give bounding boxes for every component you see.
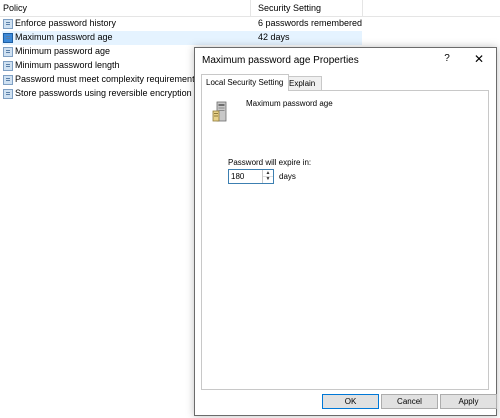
tab-explain[interactable]: Explain bbox=[284, 76, 322, 91]
policy-icon bbox=[3, 61, 13, 71]
help-button[interactable]: ? bbox=[439, 51, 455, 67]
close-button[interactable]: ✕ bbox=[471, 51, 487, 67]
tab-local-security-setting[interactable]: Local Security Setting bbox=[201, 74, 289, 91]
ok-button[interactable]: OK bbox=[322, 394, 379, 409]
expire-label: Password will expire in: bbox=[228, 158, 312, 167]
column-header-policy[interactable]: Policy bbox=[3, 3, 27, 13]
policy-setting: 6 passwords remembered bbox=[258, 18, 363, 28]
list-header: Policy Security Setting bbox=[0, 0, 500, 17]
policy-name: Enforce password history bbox=[15, 18, 117, 28]
tab-panel: Maximum password age Password will expir… bbox=[201, 90, 489, 390]
list-item-maximum-password-age[interactable]: Maximum password age 42 days bbox=[0, 31, 500, 45]
policy-name: Store passwords using reversible encrypt… bbox=[15, 88, 192, 98]
policy-name: Password must meet complexity requiremen… bbox=[15, 74, 200, 84]
policy-name: Maximum password age bbox=[15, 32, 113, 42]
spin-down-icon[interactable]: ▼ bbox=[263, 176, 273, 182]
column-divider[interactable] bbox=[250, 0, 251, 16]
policy-icon bbox=[3, 75, 13, 85]
policy-title: Maximum password age bbox=[246, 99, 333, 108]
policy-icon bbox=[3, 89, 13, 99]
dialog-title: Maximum password age Properties bbox=[202, 55, 359, 66]
policy-icon bbox=[3, 47, 13, 57]
policy-name: Minimum password age bbox=[15, 46, 111, 56]
policy-setting: 42 days bbox=[258, 32, 290, 42]
column-header-security-setting[interactable]: Security Setting bbox=[258, 3, 321, 13]
column-divider[interactable] bbox=[362, 0, 363, 16]
expire-days-stepper[interactable]: ▲ ▼ bbox=[228, 169, 274, 184]
days-unit-label: days bbox=[279, 172, 296, 181]
cancel-button[interactable]: Cancel bbox=[381, 394, 438, 409]
policy-icon bbox=[3, 33, 13, 43]
policy-name: Minimum password length bbox=[15, 60, 120, 70]
list-item-enforce-password-history[interactable]: Enforce password history 6 passwords rem… bbox=[0, 17, 500, 31]
server-policy-icon bbox=[212, 101, 227, 122]
policy-icon bbox=[3, 19, 13, 29]
expire-days-input[interactable] bbox=[229, 170, 265, 183]
spin-buttons: ▲ ▼ bbox=[262, 170, 273, 183]
apply-button[interactable]: Apply bbox=[440, 394, 497, 409]
properties-dialog: Maximum password age Properties ? ✕ Loca… bbox=[194, 47, 497, 416]
